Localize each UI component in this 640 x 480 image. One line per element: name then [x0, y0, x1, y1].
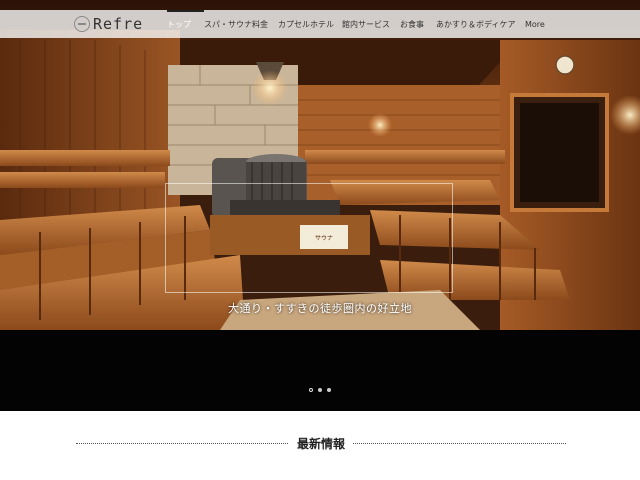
- main-nav: トップ スパ・サウナ料金 カプセルホテル 館内サービス お食事 あかすり＆ボディ…: [167, 10, 551, 38]
- nav-item-spa-sauna-price[interactable]: スパ・サウナ料金: [204, 10, 278, 38]
- news-section: 最新情報: [76, 436, 566, 452]
- nav-item-akasuri-bodycare[interactable]: あかすり＆ボディケア: [436, 10, 525, 38]
- slide-dot-1[interactable]: [309, 388, 313, 392]
- logo-emblem-icon: [74, 16, 90, 32]
- nav-item-food[interactable]: お食事: [400, 10, 436, 38]
- slide-indicator: [309, 388, 336, 392]
- nav-item-capsule-hotel[interactable]: カプセルホテル: [278, 10, 342, 38]
- site-header: Refre トップ スパ・サウナ料金 カプセルホテル 館内サービス お食事 あか…: [0, 10, 640, 38]
- logo[interactable]: Refre: [74, 14, 143, 34]
- nav-item-more[interactable]: More: [525, 10, 551, 38]
- slide-dot-2[interactable]: [318, 388, 322, 392]
- news-title: 最新情報: [288, 437, 353, 451]
- hero-caption: 大通り・すすきの徒歩圏内の好立地: [228, 302, 412, 315]
- hero-slideshow[interactable]: サウナ 大通り・すすきの徒歩圏内の好立地: [0, 0, 640, 330]
- slide-dot-3[interactable]: [327, 388, 331, 392]
- nav-item-top[interactable]: トップ: [167, 10, 204, 38]
- nav-item-facility-services[interactable]: 館内サービス: [342, 10, 400, 38]
- hero-frame: [165, 183, 453, 293]
- logo-text: Refre: [93, 15, 144, 33]
- hero-band: [0, 330, 640, 411]
- news-title-wrap: 最新情報: [76, 436, 566, 452]
